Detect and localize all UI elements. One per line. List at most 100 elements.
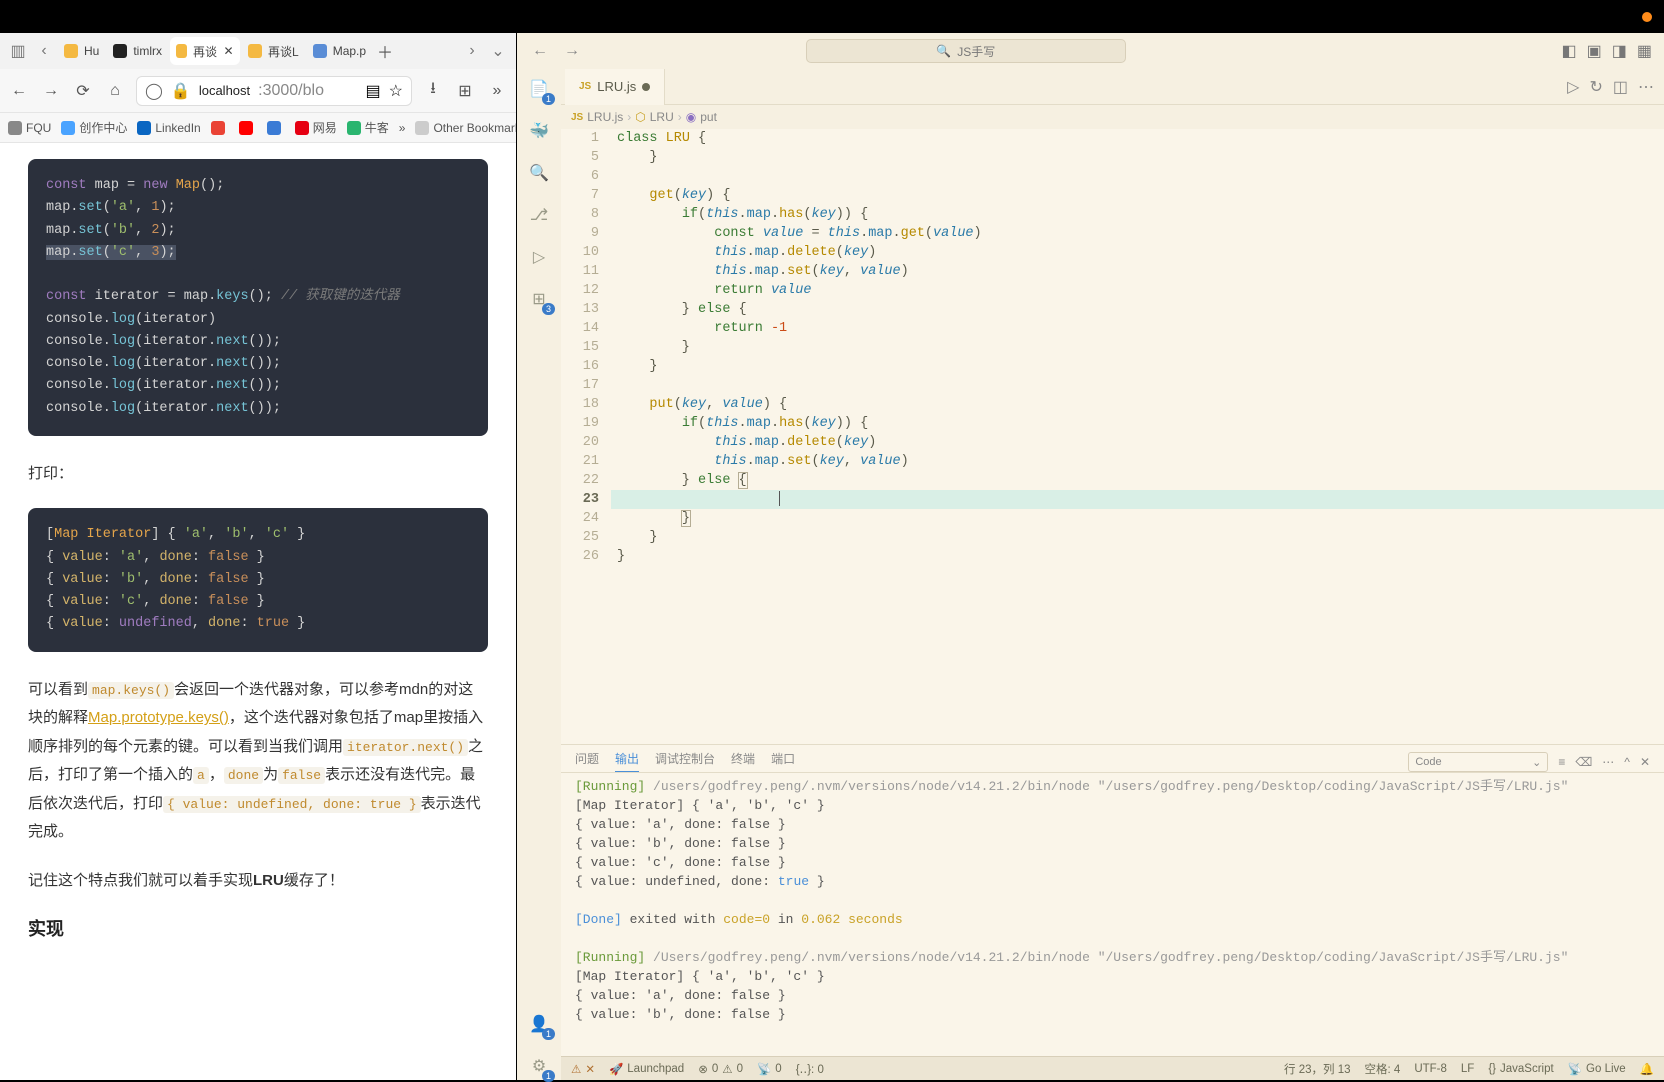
home-button[interactable]: ⌂ bbox=[104, 80, 126, 102]
json-status[interactable]: {‥}: 0 bbox=[796, 1062, 824, 1076]
bookmarks-bar: FQU 创作中心 LinkedIn 网易牛客 » Other Bookmarks bbox=[0, 113, 516, 143]
nav-forward-button[interactable]: → bbox=[561, 40, 583, 62]
bookmark-favicon-icon bbox=[211, 121, 225, 135]
layout-primary-icon[interactable]: ◧ bbox=[1561, 41, 1576, 61]
close-tab-icon[interactable]: ✕ bbox=[223, 44, 234, 58]
launchpad-status[interactable]: 🚀 Launchpad bbox=[609, 1062, 684, 1076]
bookmark-item[interactable]: LinkedIn bbox=[137, 119, 200, 136]
bookmark-item[interactable] bbox=[211, 119, 229, 136]
run-debug-icon[interactable]: ▷ bbox=[525, 243, 553, 271]
radio-status[interactable]: 📡 0 bbox=[757, 1062, 782, 1076]
panel-more-icon[interactable]: ⋯ bbox=[1602, 755, 1614, 769]
panel-maximize-icon[interactable]: ^ bbox=[1624, 755, 1630, 769]
reader-mode-icon[interactable]: ▤ bbox=[366, 81, 381, 101]
bookmark-item[interactable]: 网易 bbox=[295, 119, 337, 136]
panel-tab[interactable]: 端口 bbox=[771, 750, 795, 772]
bookmark-item[interactable]: 创作中心 bbox=[61, 119, 127, 136]
browser-tab[interactable]: 再谈✕ bbox=[170, 37, 240, 65]
panel-tab[interactable]: 问题 bbox=[575, 750, 599, 772]
page-content: const map = new Map(); map.set('a', 1); … bbox=[0, 143, 516, 1080]
bookmarks-overflow-icon[interactable]: » bbox=[399, 121, 406, 135]
nav-back-button[interactable]: ← bbox=[529, 40, 551, 62]
settings-gear-icon[interactable]: ⚙1 bbox=[525, 1052, 553, 1080]
url-bar[interactable]: ◯ 🔒 localhost:3000/blo ▤ ☆ bbox=[136, 76, 412, 106]
extensions-icon[interactable]: ⊞ bbox=[454, 80, 476, 102]
other-bookmarks[interactable]: Other Bookmarks bbox=[415, 121, 516, 135]
browser-window: ▥ ‹ Hutimlrx再谈✕再谈LMap.p ＋ › ⌄ ← → ⟳ ⌂ ◯ … bbox=[0, 33, 517, 1080]
errors-status[interactable]: ⊗ 0 ⚠ 0 bbox=[698, 1062, 743, 1076]
overflow-menu-icon[interactable]: » bbox=[486, 80, 508, 102]
bookmark-favicon-icon bbox=[267, 121, 281, 135]
debug-loop-icon[interactable]: ↻ bbox=[1589, 77, 1602, 97]
panel-tab[interactable]: 终端 bbox=[731, 750, 755, 772]
sidebar-toggle[interactable]: ▥ bbox=[6, 39, 30, 63]
bookmark-item[interactable]: 牛客 bbox=[347, 119, 389, 136]
lock-icon[interactable]: 🔒 bbox=[171, 81, 191, 101]
reload-button[interactable]: ⟳ bbox=[72, 80, 94, 102]
output-view[interactable]: [Running] /users/godfrey.peng/.nvm/versi… bbox=[561, 773, 1664, 1056]
shield-icon[interactable]: ◯ bbox=[145, 81, 163, 101]
url-path: :3000/blo bbox=[258, 82, 324, 100]
desktop-menubar bbox=[0, 0, 1664, 33]
bookmark-item[interactable] bbox=[239, 119, 257, 136]
bottom-panel: 问题输出调试控制台终端端口 Code ⌄ ≡ ⌫ ⋯ ^ ✕ [Running]… bbox=[561, 744, 1664, 1056]
go-live-button[interactable]: 📡 Go Live bbox=[1568, 1061, 1626, 1077]
split-editor-icon[interactable]: ◫ bbox=[1613, 77, 1628, 97]
output-filter[interactable]: Code ⌄ bbox=[1408, 752, 1548, 772]
panel-tab[interactable]: 调试控制台 bbox=[655, 750, 715, 772]
clear-output-icon[interactable]: ⌫ bbox=[1575, 755, 1592, 769]
accounts-icon[interactable]: 👤1 bbox=[525, 1010, 553, 1038]
new-tab-button[interactable]: ＋ bbox=[374, 40, 396, 62]
browser-tab[interactable]: Map.p bbox=[307, 37, 372, 65]
forward-button[interactable]: → bbox=[40, 80, 62, 102]
downloads-icon[interactable]: ⭳ bbox=[422, 80, 444, 102]
layout-secondary-icon[interactable]: ◨ bbox=[1612, 41, 1627, 61]
customize-layout-icon[interactable]: ▦ bbox=[1637, 41, 1652, 61]
indentation-status[interactable]: 空格: 4 bbox=[1365, 1061, 1401, 1077]
bookmark-item[interactable]: FQU bbox=[8, 119, 51, 136]
back-button[interactable]: ← bbox=[8, 80, 30, 102]
bookmark-favicon-icon bbox=[347, 121, 361, 135]
code-area[interactable]: class LRU { } get(key) { if(this.map.has… bbox=[611, 129, 1664, 744]
breadcrumb[interactable]: JS LRU.js › ⬡ LRU › ◉ put bbox=[561, 105, 1664, 129]
tab-overflow-forward[interactable]: › bbox=[460, 39, 484, 63]
bookmark-star-icon[interactable]: ☆ bbox=[389, 81, 403, 101]
vscode-window: ← → 🔍 JS手写 ◧ ▣ ◨ ▦ 📄1 🐳 🔍 ⎇ ▷ ⊞3 👤1 ⚙1 bbox=[517, 33, 1664, 1080]
notifications-icon[interactable]: 🔔 bbox=[1640, 1061, 1654, 1077]
favicon-icon bbox=[176, 44, 187, 58]
browser-tab[interactable]: Hu bbox=[58, 37, 105, 65]
docker-icon[interactable]: 🐳 bbox=[525, 117, 553, 145]
search-activity-icon[interactable]: 🔍 bbox=[525, 159, 553, 187]
more-actions-icon[interactable]: ⋯ bbox=[1638, 77, 1654, 97]
favicon-icon bbox=[313, 44, 327, 58]
language-mode[interactable]: {} JavaScript bbox=[1488, 1061, 1553, 1077]
dirty-indicator-icon bbox=[642, 83, 650, 91]
layout-panel-icon[interactable]: ▣ bbox=[1587, 41, 1602, 61]
browser-tab[interactable]: timlrx bbox=[107, 37, 168, 65]
browser-tab[interactable]: 再谈L bbox=[242, 37, 305, 65]
eol-status[interactable]: LF bbox=[1461, 1061, 1474, 1077]
source-control-icon[interactable]: ⎇ bbox=[525, 201, 553, 229]
tab-list-button[interactable]: ⌄ bbox=[486, 39, 510, 63]
js-file-icon: JS bbox=[571, 112, 583, 123]
command-center[interactable]: 🔍 JS手写 bbox=[806, 39, 1126, 63]
run-icon[interactable]: ▷ bbox=[1567, 77, 1579, 97]
code-editor[interactable]: 1567891011121314151617181920212223242526… bbox=[561, 129, 1664, 744]
cursor-position[interactable]: 行 23，列 13 bbox=[1284, 1061, 1350, 1077]
panel-tab[interactable]: 输出 bbox=[615, 750, 639, 772]
encoding-status[interactable]: UTF-8 bbox=[1414, 1061, 1447, 1077]
notification-dot-icon bbox=[1642, 12, 1652, 22]
tab-history-back[interactable]: ‹ bbox=[32, 39, 56, 63]
title-bar: ← → 🔍 JS手写 ◧ ▣ ◨ ▦ bbox=[517, 33, 1664, 69]
panel-icon[interactable]: ▥ bbox=[6, 39, 30, 63]
favicon-icon bbox=[248, 44, 262, 58]
bookmark-favicon-icon bbox=[137, 121, 151, 135]
remote-indicator[interactable]: ⚠ ✕ bbox=[571, 1062, 595, 1076]
explorer-icon[interactable]: 📄1 bbox=[525, 75, 553, 103]
mdn-link[interactable]: Map.prototype.keys() bbox=[88, 709, 229, 726]
extensions-activity-icon[interactable]: ⊞3 bbox=[525, 285, 553, 313]
panel-close-icon[interactable]: ✕ bbox=[1640, 755, 1650, 769]
bookmark-item[interactable] bbox=[267, 119, 285, 136]
tab-lru-js[interactable]: JS LRU.js bbox=[565, 69, 665, 105]
filter-list-icon[interactable]: ≡ bbox=[1558, 755, 1565, 769]
